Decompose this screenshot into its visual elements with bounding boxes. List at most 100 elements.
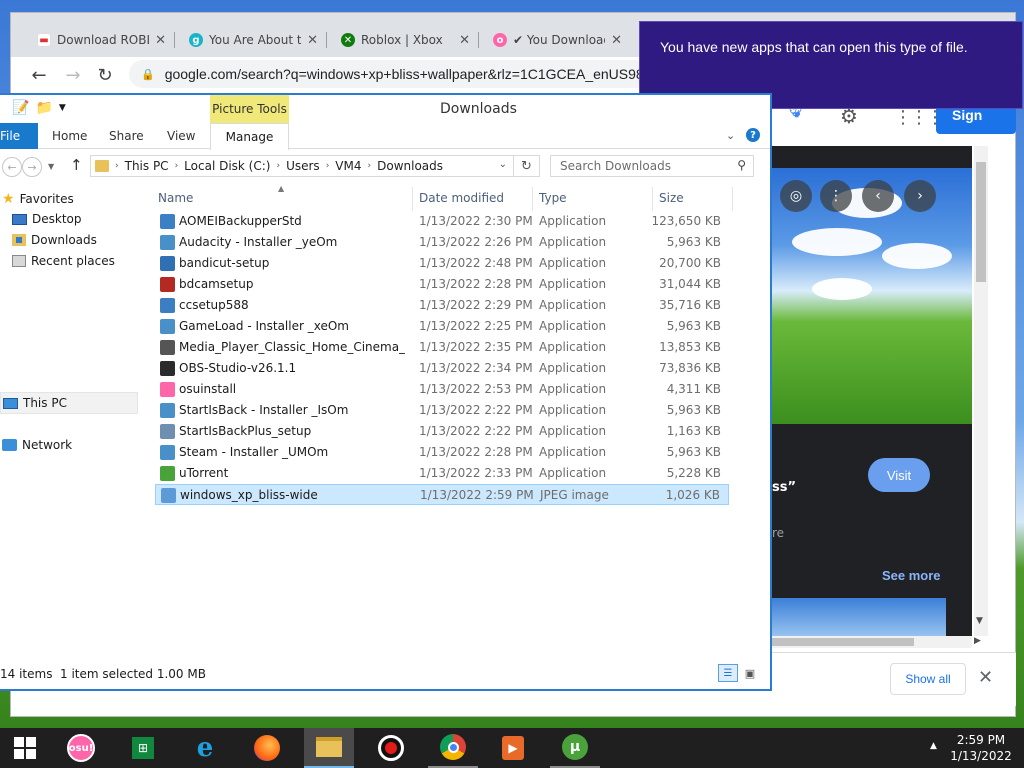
close-icon[interactable]: ✕ bbox=[978, 667, 993, 688]
taskbar-osu[interactable]: osu! bbox=[56, 728, 106, 768]
chrome-tab[interactable]: ▬ Download ROBLOX ✕ bbox=[29, 23, 175, 57]
file-row[interactable]: bdcamsetup 1/13/2022 2:28 PM Application 31… bbox=[155, 274, 729, 295]
tab-manage[interactable]: Manage bbox=[210, 123, 289, 150]
search-icon[interactable]: ⚲ bbox=[737, 158, 746, 172]
nav-item-downloads[interactable]: Downloads bbox=[12, 233, 97, 247]
taskbar-utorrent[interactable]: µ bbox=[550, 728, 600, 768]
breadcrumb-item[interactable]: Downloads bbox=[377, 159, 443, 173]
installer-icon bbox=[160, 319, 175, 334]
taskbar-recorder[interactable] bbox=[366, 728, 416, 768]
scroll-down-icon[interactable]: ▼ bbox=[976, 616, 983, 626]
horizontal-scrollbar[interactable] bbox=[772, 636, 972, 648]
g-icon: g bbox=[189, 33, 203, 47]
file-row[interactable]: windows_xp_bliss-wide 1/13/2022 2:59 PM JP… bbox=[155, 484, 729, 505]
see-more-link[interactable]: See more bbox=[882, 568, 941, 583]
taskbar-firefox[interactable] bbox=[242, 728, 292, 768]
taskbar-store[interactable]: ⊞ bbox=[118, 728, 168, 768]
properties-icon[interactable]: 📝 bbox=[12, 100, 29, 116]
nav-item-this-pc[interactable]: This PC bbox=[0, 392, 138, 414]
file-row[interactable]: Steam - Installer _UMOm 1/13/2022 2:28 PM… bbox=[155, 442, 729, 463]
address-row: ← → ▼ ↑ › This PC › Local Disk (C:) › Us… bbox=[0, 151, 770, 183]
breadcrumb-item[interactable]: This PC bbox=[125, 159, 169, 173]
file-row[interactable]: ccsetup588 1/13/2022 2:29 PM Application 35… bbox=[155, 295, 729, 316]
back-icon[interactable]: ← bbox=[27, 63, 51, 87]
file-row[interactable]: StartIsBackPlus_setup 1/13/2022 2:22 PM Ap… bbox=[155, 421, 729, 442]
close-icon[interactable]: ✕ bbox=[611, 33, 622, 48]
nav-item-desktop[interactable]: Desktop bbox=[12, 212, 82, 226]
column-header-name[interactable]: Name bbox=[158, 191, 193, 205]
search-input[interactable] bbox=[551, 156, 731, 176]
scroll-right-icon[interactable]: ▶ bbox=[974, 636, 981, 646]
show-hidden-icons-icon[interactable]: ▲ bbox=[930, 741, 937, 751]
file-row[interactable]: Audacity - Installer _yeOm 1/13/2022 2:26… bbox=[155, 232, 729, 253]
file-row[interactable]: GameLoad - Installer _xeOm 1/13/2022 2:25… bbox=[155, 316, 729, 337]
visit-button[interactable]: Visit bbox=[868, 458, 930, 492]
breadcrumb[interactable]: › This PC › Local Disk (C:) › Users › VM… bbox=[90, 155, 514, 177]
close-icon[interactable]: ✕ bbox=[459, 33, 470, 48]
nav-item-recent-places[interactable]: Recent places bbox=[12, 254, 115, 268]
related-image-thumbnail[interactable] bbox=[772, 598, 946, 636]
close-icon[interactable]: ✕ bbox=[155, 33, 166, 48]
close-icon[interactable]: ✕ bbox=[307, 33, 318, 48]
chrome-tab[interactable]: g You Are About to ✕ bbox=[181, 23, 327, 57]
breadcrumb-item[interactable]: Users bbox=[286, 159, 320, 173]
chrome-tab[interactable]: ✕ Roblox | Xbox ✕ bbox=[333, 23, 479, 57]
breadcrumb-item[interactable]: VM4 bbox=[335, 159, 361, 173]
file-type: Application bbox=[539, 445, 607, 459]
column-header-date[interactable]: Date modified bbox=[419, 191, 504, 205]
address-bar[interactable]: 🔒 google.com/search?q=windows+xp+bliss+w… bbox=[129, 60, 649, 88]
breadcrumb-item[interactable]: Local Disk (C:) bbox=[184, 159, 270, 173]
reload-icon[interactable]: ↻ bbox=[93, 63, 117, 87]
chrome-tab-title: ✔ You Download bbox=[513, 33, 606, 47]
tab-file[interactable]: File bbox=[0, 123, 38, 149]
file-row[interactable]: OBS-Studio-v26.1.1 1/13/2022 2:34 PM Appli… bbox=[155, 358, 729, 379]
selection-info: 1 item selected 1.00 MB bbox=[60, 667, 206, 681]
file-row[interactable]: osuinstall 1/13/2022 2:53 PM Application 4,… bbox=[155, 379, 729, 400]
next-icon[interactable]: › bbox=[904, 180, 936, 212]
up-icon[interactable]: ↑ bbox=[70, 156, 83, 174]
taskbar-chrome[interactable] bbox=[428, 728, 478, 768]
nav-label: This PC bbox=[23, 396, 67, 410]
column-header-size[interactable]: Size bbox=[659, 191, 684, 205]
nav-item-favorites[interactable]: ★ Favorites bbox=[2, 191, 74, 207]
previous-icon[interactable]: ‹ bbox=[862, 180, 894, 212]
back-icon[interactable]: ← bbox=[2, 157, 22, 177]
tab-home[interactable]: Home bbox=[52, 129, 87, 143]
column-header-type[interactable]: Type bbox=[539, 191, 567, 205]
scrollbar-thumb[interactable] bbox=[976, 162, 986, 282]
refresh-icon[interactable]: ↻ bbox=[514, 155, 540, 177]
help-icon[interactable]: ? bbox=[746, 128, 760, 142]
show-all-button[interactable]: Show all bbox=[890, 663, 966, 695]
google-apps-icon[interactable]: ⋮⋮⋮ bbox=[894, 107, 944, 128]
chevron-down-icon[interactable]: ⌄ bbox=[499, 159, 507, 170]
chrome-tab[interactable]: o ✔ You Download ✕ bbox=[485, 23, 630, 57]
forward-icon[interactable]: → bbox=[22, 157, 42, 177]
tab-share[interactable]: Share bbox=[109, 129, 144, 143]
setup-icon bbox=[160, 424, 175, 439]
customize-toolbar-icon[interactable]: ▼ bbox=[59, 103, 66, 116]
large-icons-view-icon[interactable]: ▣ bbox=[741, 664, 759, 682]
file-row[interactable]: AOMEIBackupperStd 1/13/2022 2:30 PM Applic… bbox=[155, 211, 729, 232]
chevron-down-icon[interactable]: ⌄ bbox=[726, 129, 735, 142]
result-text-fragment: re bbox=[772, 526, 785, 540]
new-folder-icon[interactable]: 📁 bbox=[35, 100, 52, 116]
file-row[interactable]: StartIsBack - Installer _IsOm 1/13/2022 2… bbox=[155, 400, 729, 421]
file-row[interactable]: bandicut-setup 1/13/2022 2:48 PM Applicati… bbox=[155, 253, 729, 274]
taskbar-file-explorer[interactable] bbox=[304, 728, 354, 768]
file-row[interactable]: Media_Player_Classic_Home_Cinema_(64... 1… bbox=[155, 337, 729, 358]
more-options-icon[interactable]: ⋮ bbox=[820, 180, 852, 212]
recent-locations-icon[interactable]: ▼ bbox=[48, 162, 54, 171]
file-type: Application bbox=[539, 277, 607, 291]
taskbar-internet-explorer[interactable]: e bbox=[180, 728, 230, 768]
nav-item-network[interactable]: Network bbox=[2, 438, 72, 452]
forward-icon[interactable]: → bbox=[61, 63, 85, 87]
file-row[interactable]: uTorrent 1/13/2022 2:33 PM Application 5,22… bbox=[155, 463, 729, 484]
scrollbar-thumb[interactable] bbox=[772, 638, 914, 646]
taskbar-bandicut[interactable]: ▶ bbox=[488, 728, 538, 768]
vertical-scrollbar[interactable]: ▼ bbox=[974, 146, 988, 636]
tab-view[interactable]: View bbox=[167, 129, 195, 143]
details-view-icon[interactable]: ☰ bbox=[718, 664, 738, 682]
start-button[interactable] bbox=[0, 728, 50, 768]
lens-icon[interactable]: ◎ bbox=[780, 180, 812, 212]
system-clock[interactable]: 2:59 PM 1/13/2022 bbox=[946, 732, 1016, 764]
